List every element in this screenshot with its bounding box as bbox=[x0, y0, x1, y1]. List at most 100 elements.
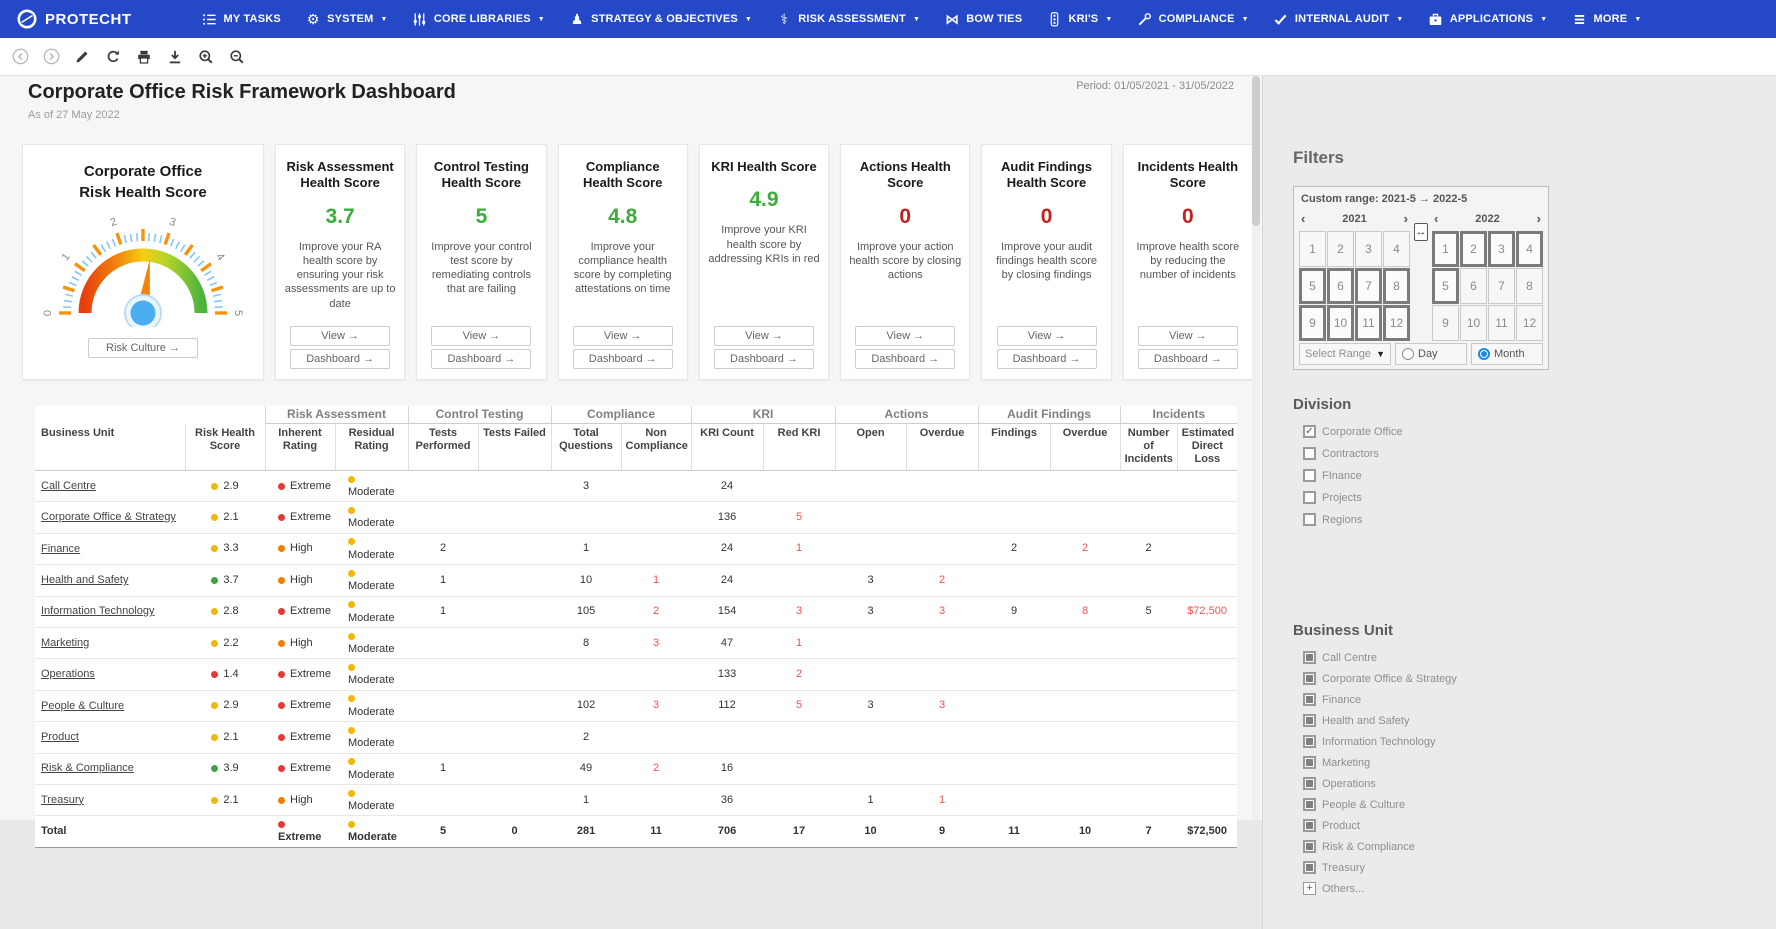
select-range-dropdown[interactable]: Select Range ▼ bbox=[1299, 343, 1391, 365]
business-unit-filter-call-centre[interactable]: Call Centre bbox=[1303, 651, 1776, 664]
nav-item-strategy-objectives[interactable]: ♟STRATEGY & OBJECTIVES▼ bbox=[569, 11, 752, 27]
view-button-actions-health-score[interactable]: View → bbox=[855, 326, 955, 346]
division-filter-finance[interactable]: FInance bbox=[1303, 469, 1776, 482]
nav-item-my-tasks[interactable]: MY TASKS bbox=[202, 11, 281, 27]
dashboard-button-actions-health-score[interactable]: Dashboard → bbox=[855, 349, 955, 369]
month-cell-2021-11[interactable]: 11 bbox=[1355, 305, 1382, 341]
dashboard-button-kri-health-score[interactable]: Dashboard → bbox=[714, 349, 814, 369]
month-cell-2021-5[interactable]: 5 bbox=[1299, 268, 1326, 304]
view-button-risk-assessment-health-score[interactable]: View → bbox=[290, 326, 390, 346]
month-cell-2022-11[interactable]: 11 bbox=[1488, 305, 1515, 341]
month-cell-2021-12[interactable]: 12 bbox=[1383, 305, 1410, 341]
month-cell-2021-2[interactable]: 2 bbox=[1327, 231, 1354, 267]
month-cell-2021-3[interactable]: 3 bbox=[1355, 231, 1382, 267]
dashboard-button-control-testing-health-score[interactable]: Dashboard → bbox=[431, 349, 531, 369]
month-cell-2022-10[interactable]: 10 bbox=[1460, 305, 1487, 341]
calendar-range-icon[interactable]: ↔ bbox=[1414, 223, 1428, 241]
month-cell-2021-7[interactable]: 7 bbox=[1355, 268, 1382, 304]
month-cell-2022-3[interactable]: 3 bbox=[1488, 231, 1515, 267]
month-cell-2021-6[interactable]: 6 bbox=[1327, 268, 1354, 304]
nav-item-internal-audit[interactable]: INTERNAL AUDIT▼ bbox=[1273, 11, 1404, 27]
business-unit-filter-corporate-office-strategy[interactable]: Corporate Office & Strategy bbox=[1303, 672, 1776, 685]
view-button-kri-health-score[interactable]: View → bbox=[714, 326, 814, 346]
data-cell bbox=[906, 628, 978, 659]
main-scrollbar[interactable] bbox=[1252, 76, 1260, 820]
nav-item-applications[interactable]: APPLICATIONS▼ bbox=[1428, 11, 1548, 27]
bu-link-treasury[interactable]: Treasury bbox=[41, 794, 84, 806]
nav-item-bow-ties[interactable]: ⋈BOW TIES bbox=[944, 11, 1022, 27]
month-cell-2022-7[interactable]: 7 bbox=[1488, 268, 1515, 304]
view-button-compliance-health-score[interactable]: View → bbox=[573, 326, 673, 346]
month-cell-2022-6[interactable]: 6 bbox=[1460, 268, 1487, 304]
division-filter-contractors[interactable]: Contractors bbox=[1303, 447, 1776, 460]
month-cell-2022-12[interactable]: 12 bbox=[1516, 305, 1543, 341]
data-cell: Moderate bbox=[335, 533, 408, 564]
edit-icon[interactable] bbox=[72, 47, 92, 67]
bu-link-marketing[interactable]: Marketing bbox=[41, 637, 89, 649]
zoom-in-icon[interactable] bbox=[196, 47, 216, 67]
month-cell-2022-1[interactable]: 1 bbox=[1432, 231, 1459, 267]
scrollbar-thumb[interactable] bbox=[1252, 76, 1260, 226]
back-icon[interactable] bbox=[10, 47, 30, 67]
bu-link-people-culture[interactable]: People & Culture bbox=[41, 700, 124, 712]
dashboard-button-risk-assessment-health-score[interactable]: Dashboard → bbox=[290, 349, 390, 369]
nav-item-risk-assessment[interactable]: ⚕RISK ASSESSMENT▼ bbox=[776, 11, 920, 27]
business-unit-filter-people-culture[interactable]: People & Culture bbox=[1303, 798, 1776, 811]
bu-link-product[interactable]: Product bbox=[41, 731, 79, 743]
bu-link-risk-compliance[interactable]: Risk & Compliance bbox=[41, 762, 134, 774]
month-cell-2022-8[interactable]: 8 bbox=[1516, 268, 1543, 304]
business-unit-filter-marketing[interactable]: Marketing bbox=[1303, 756, 1776, 769]
dashboard-button-compliance-health-score[interactable]: Dashboard → bbox=[573, 349, 673, 369]
month-cell-2022-4[interactable]: 4 bbox=[1516, 231, 1543, 267]
division-filter-projects[interactable]: Projects bbox=[1303, 491, 1776, 504]
dashboard-button-audit-findings-health-score[interactable]: Dashboard → bbox=[997, 349, 1097, 369]
month-cell-2022-5[interactable]: 5 bbox=[1432, 268, 1459, 304]
business-unit-filter-product[interactable]: Product bbox=[1303, 819, 1776, 832]
division-filter-corporate-office[interactable]: ✓Corporate Office bbox=[1303, 425, 1776, 438]
business-unit-filter-others[interactable]: +Others... bbox=[1303, 882, 1776, 895]
next-year-icon[interactable]: › bbox=[1404, 211, 1408, 226]
month-cell-2021-9[interactable]: 9 bbox=[1299, 305, 1326, 341]
bu-link-corporate-office-strategy[interactable]: Corporate Office & Strategy bbox=[41, 511, 176, 523]
bu-link-health-and-safety[interactable]: Health and Safety bbox=[41, 574, 128, 586]
month-cell-2022-9[interactable]: 9 bbox=[1432, 305, 1459, 341]
business-unit-filter-finance[interactable]: Finance bbox=[1303, 693, 1776, 706]
view-button-control-testing-health-score[interactable]: View → bbox=[431, 326, 531, 346]
month-cell-2021-4[interactable]: 4 bbox=[1383, 231, 1410, 267]
dashboard-button-incidents-health-score[interactable]: Dashboard → bbox=[1138, 349, 1238, 369]
day-radio[interactable]: Day bbox=[1395, 343, 1467, 365]
bu-link-operations[interactable]: Operations bbox=[41, 668, 95, 680]
download-icon[interactable] bbox=[165, 47, 185, 67]
nav-item-core-libraries[interactable]: CORE LIBRARIES▼ bbox=[412, 11, 545, 27]
print-icon[interactable] bbox=[134, 47, 154, 67]
nav-item-compliance[interactable]: COMPLIANCE▼ bbox=[1137, 11, 1249, 27]
business-unit-filter-operations[interactable]: Operations bbox=[1303, 777, 1776, 790]
bu-link-finance[interactable]: Finance bbox=[41, 543, 80, 555]
month-cell-2021-8[interactable]: 8 bbox=[1383, 268, 1410, 304]
protecht-logo[interactable]: PROTECHT bbox=[16, 8, 132, 30]
business-unit-filter-risk-compliance[interactable]: Risk & Compliance bbox=[1303, 840, 1776, 853]
business-unit-filter-information-technology[interactable]: Information Technology bbox=[1303, 735, 1776, 748]
data-cell: 102 bbox=[551, 690, 621, 721]
bu-link-information-technology[interactable]: Information Technology bbox=[41, 605, 155, 617]
zoom-out-icon[interactable] bbox=[227, 47, 247, 67]
business-unit-filter-health-and-safety[interactable]: Health and Safety bbox=[1303, 714, 1776, 727]
next-year-icon[interactable]: › bbox=[1537, 211, 1541, 226]
forward-icon[interactable] bbox=[41, 47, 61, 67]
view-button-audit-findings-health-score[interactable]: View → bbox=[997, 326, 1097, 346]
nav-item-kri-s[interactable]: KRI'S▼ bbox=[1046, 11, 1112, 27]
nav-item-system[interactable]: ⚙SYSTEM▼ bbox=[305, 11, 388, 27]
view-button-incidents-health-score[interactable]: View → bbox=[1138, 326, 1238, 346]
month-cell-2022-2[interactable]: 2 bbox=[1460, 231, 1487, 267]
prev-year-icon[interactable]: ‹ bbox=[1301, 211, 1305, 226]
month-cell-2021-10[interactable]: 10 bbox=[1327, 305, 1354, 341]
month-cell-2021-1[interactable]: 1 bbox=[1299, 231, 1326, 267]
division-filter-regions[interactable]: Regions bbox=[1303, 513, 1776, 526]
refresh-icon[interactable] bbox=[103, 47, 123, 67]
month-radio[interactable]: Month bbox=[1471, 343, 1543, 365]
prev-year-icon[interactable]: ‹ bbox=[1434, 211, 1438, 226]
risk-culture-button[interactable]: Risk Culture → bbox=[88, 338, 198, 358]
nav-item-more[interactable]: MORE▼ bbox=[1572, 11, 1642, 27]
bu-link-call-centre[interactable]: Call Centre bbox=[41, 480, 96, 492]
business-unit-filter-treasury[interactable]: Treasury bbox=[1303, 861, 1776, 874]
